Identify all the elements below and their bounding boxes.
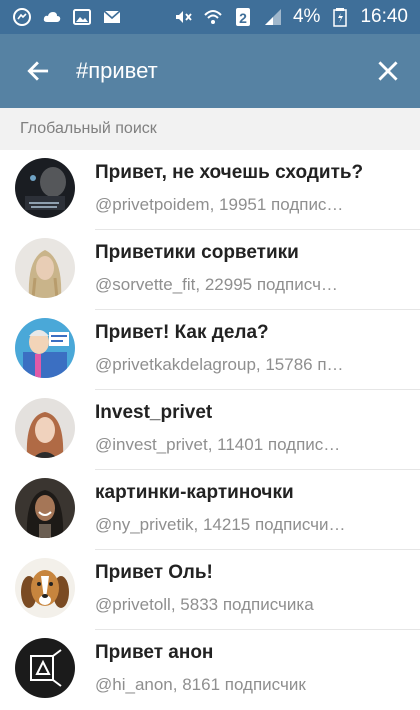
channel-title: Привет Оль! bbox=[95, 562, 213, 583]
channel-title: Приветики сорветики bbox=[95, 242, 299, 263]
channel-title: Привет анон bbox=[95, 642, 214, 663]
arrow-left-icon bbox=[27, 61, 49, 81]
clock: 16:40 bbox=[360, 6, 408, 27]
dark-photo-avatar bbox=[15, 158, 75, 218]
gallery-icon bbox=[72, 7, 92, 27]
channel-subtitle: @hi_anon, 8161 подписчик bbox=[95, 675, 306, 694]
channel-subtitle: @ny_privetik, 14215 подписчи… bbox=[95, 515, 346, 534]
mute-icon bbox=[173, 7, 193, 27]
messenger-icon bbox=[12, 7, 32, 27]
battery-percent: 4% bbox=[292, 6, 321, 27]
channel-subtitle: @invest_privet, 11401 подпис… bbox=[95, 435, 341, 454]
search-toolbar: #привет bbox=[0, 34, 420, 108]
status-bar: 2 4% 16:40 bbox=[0, 0, 420, 34]
system-icons: 2 4% 16:40 bbox=[173, 6, 408, 28]
list-item[interactable]: Привет Оль! @privetoll, 5833 подписчика bbox=[0, 550, 420, 630]
notification-icons bbox=[12, 7, 122, 27]
sim-label: 2 bbox=[239, 9, 247, 26]
mail-icon bbox=[102, 7, 122, 27]
cloud-icon bbox=[42, 7, 62, 27]
close-icon bbox=[378, 61, 398, 81]
clear-search-button[interactable] bbox=[356, 34, 420, 108]
woman-portrait-avatar bbox=[15, 398, 75, 458]
search-results-list: Привет, не хочешь сходить? @privetpoidem… bbox=[0, 150, 420, 710]
list-item[interactable]: Invest_privet @invest_privet, 11401 подп… bbox=[0, 390, 420, 470]
list-item[interactable]: Привет анон @hi_anon, 8161 подписчик bbox=[0, 630, 420, 710]
channel-subtitle: @privetkakdelagroup, 15786 п… bbox=[95, 355, 344, 374]
channel-subtitle: @privetpoidem, 19951 подпис… bbox=[95, 195, 344, 214]
channel-title: картинки-картиночки bbox=[95, 482, 294, 503]
list-item[interactable]: Приветики сорветики @sorvette_fit, 22995… bbox=[0, 230, 420, 310]
section-header-global-search: Глобальный поиск bbox=[0, 108, 420, 150]
list-item[interactable]: Привет! Как дела? @privetkakdelagroup, 1… bbox=[0, 310, 420, 390]
sim-icon: 2 bbox=[233, 7, 253, 27]
blonde-girl-avatar bbox=[15, 238, 75, 298]
signal-icon bbox=[263, 7, 283, 27]
beagle-dog-avatar bbox=[15, 558, 75, 618]
search-input[interactable]: #привет bbox=[76, 58, 356, 84]
battery-icon bbox=[330, 7, 350, 27]
wifi-icon bbox=[203, 7, 223, 27]
channel-subtitle: @sorvette_fit, 22995 подписч… bbox=[95, 275, 338, 294]
channel-subtitle: @privetoll, 5833 подписчика bbox=[95, 595, 314, 614]
graphic-avatar bbox=[15, 638, 75, 698]
back-button[interactable] bbox=[0, 34, 76, 108]
list-item[interactable]: Привет, не хочешь сходить? @privetpoidem… bbox=[0, 150, 420, 230]
list-item[interactable]: картинки-картиночки @ny_privetik, 14215 … bbox=[0, 470, 420, 550]
channel-title: Привет, не хочешь сходить? bbox=[95, 162, 364, 183]
channel-title: Invest_privet bbox=[95, 402, 213, 423]
smiling-girl-avatar bbox=[15, 478, 75, 538]
cartoon-avatar bbox=[15, 318, 75, 378]
channel-title: Привет! Как дела? bbox=[95, 322, 269, 343]
